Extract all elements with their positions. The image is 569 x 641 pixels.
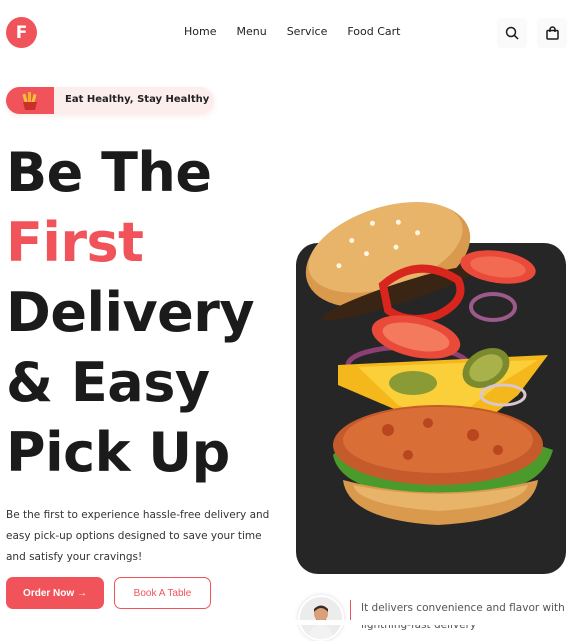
headline-line-2: First	[6, 211, 144, 274]
cart-button[interactable]	[537, 18, 567, 48]
order-now-button[interactable]: Order Now →	[6, 577, 104, 609]
customer-avatar	[298, 595, 344, 641]
hero-description: Be the first to experience hassle-free d…	[6, 509, 270, 563]
bottom-fade	[0, 620, 569, 625]
headline-line-3: Delivery	[6, 281, 255, 344]
nav-food-cart[interactable]: Food Cart	[347, 25, 400, 38]
hero-headline: Be The First Delivery & Easy Pick Up	[6, 138, 255, 488]
shopping-bag-icon	[545, 26, 559, 40]
header-actions	[497, 18, 567, 48]
fries-image	[6, 87, 54, 114]
tagline-badge: Eat Healthy, Stay Healthy	[6, 87, 214, 114]
nav-menu[interactable]: Menu	[236, 25, 266, 38]
logo-letter: F	[15, 22, 28, 43]
brand-logo[interactable]: F	[6, 17, 37, 48]
nav-service[interactable]: Service	[287, 25, 328, 38]
headline-line-4: & Easy	[6, 351, 210, 414]
nav-home[interactable]: Home	[184, 25, 216, 38]
headline-line-1: Be The	[6, 141, 212, 204]
main-nav: Home Menu Service Food Cart	[184, 25, 420, 38]
info-text: It delivers convenience and flavor with …	[361, 602, 565, 631]
burger-image	[305, 202, 553, 525]
search-icon	[505, 26, 519, 40]
book-table-button[interactable]: Book A Table	[114, 577, 211, 609]
headline-line-5: Pick Up	[6, 421, 230, 484]
search-button[interactable]	[497, 18, 527, 48]
tagline-text: Eat Healthy, Stay Healthy	[65, 94, 210, 105]
